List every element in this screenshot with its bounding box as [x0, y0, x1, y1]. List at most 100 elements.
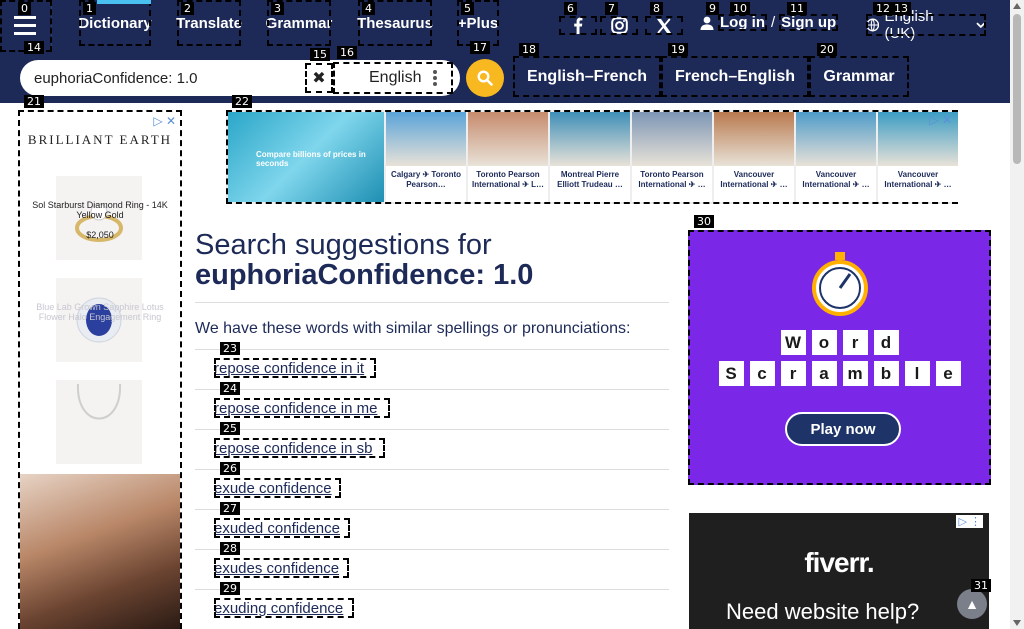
nav-thesaurus-label: Thesaurus	[357, 14, 433, 32]
suggestion-link[interactable]: repose confidence in me	[214, 398, 390, 418]
suggestion-link[interactable]: exuded confidence	[214, 518, 350, 538]
banner-ad[interactable]: Compare billions of prices in seconds Ca…	[226, 110, 958, 204]
destination-image	[468, 112, 548, 166]
login-link[interactable]: Log in	[718, 14, 767, 31]
instagram-icon	[610, 17, 628, 34]
clear-search-button[interactable]: ✖	[305, 63, 333, 93]
globe-icon	[866, 18, 880, 32]
letter-tile: W	[780, 330, 806, 355]
element-index-tag: 6	[564, 2, 577, 15]
dictionary-selector-label: English	[369, 69, 422, 86]
element-index-tag: 12	[873, 2, 893, 15]
word-scramble-ad[interactable]: Word Scramble Play now	[688, 230, 991, 485]
flight-deal-caption: Vancouver International ✈ …	[720, 170, 788, 189]
suggestion-link[interactable]: repose confidence in it	[214, 358, 376, 378]
close-icon: ✖	[312, 70, 326, 87]
flight-deal-card[interactable]: Toronto Pearson International ✈ …	[632, 112, 712, 202]
element-index-tag: 22	[232, 95, 252, 108]
destination-image	[386, 112, 466, 166]
element-index-tag: 31	[971, 579, 991, 592]
divider	[195, 509, 669, 510]
ad-choices-icon[interactable]: ▷ ✕	[929, 113, 952, 127]
element-index-tag: 18	[519, 43, 539, 56]
scroll-up-arrow-icon[interactable]	[1013, 3, 1021, 9]
search-bar: ✖ English English–French French–English …	[0, 52, 1010, 103]
suggestion-link[interactable]: exuding confidence	[214, 598, 354, 618]
element-index-tag: 17	[470, 41, 490, 54]
element-index-tag: 8	[650, 2, 663, 15]
quick-link-grammar[interactable]: Grammar	[809, 56, 909, 97]
element-index-tag: 16	[337, 46, 357, 59]
search-button[interactable]	[466, 59, 504, 97]
search-icon	[477, 70, 493, 86]
fiverr-ad[interactable]: ▷ ⋮ fiverr. Need website help?	[689, 513, 989, 629]
letter-tile: b	[873, 361, 899, 386]
left-ad[interactable]: ▷ ✕ BRILLIANT EARTH Sol Starburst Diamon…	[18, 110, 182, 629]
flight-deal-card[interactable]: Toronto Pearson International ✈ L…	[468, 112, 548, 202]
x-button[interactable]	[645, 16, 683, 35]
active-tab-indicator	[97, 0, 151, 4]
banner-lead-text: Compare billions of prices in seconds	[256, 150, 366, 168]
element-index-tag: 28	[220, 542, 240, 555]
letter-tile: c	[749, 361, 775, 386]
suggestion-link[interactable]: exudes confidence	[214, 558, 349, 578]
element-index-tag: 2	[181, 2, 194, 15]
element-index-tag: 13	[891, 2, 911, 15]
scroll-down-arrow-icon[interactable]	[1013, 620, 1021, 626]
model-photo	[20, 474, 180, 629]
facebook-icon	[574, 17, 583, 34]
flight-deal-card[interactable]: Montreal Pierre Elliott Trudeau …	[550, 112, 630, 202]
letter-tile: d	[873, 330, 899, 355]
element-index-tag: 15	[310, 48, 330, 61]
divider	[195, 469, 669, 470]
play-now-button[interactable]: Play now	[785, 412, 901, 446]
x-icon	[657, 17, 671, 34]
dictionary-selector[interactable]: English	[333, 62, 453, 94]
scramble-row-1: Word	[688, 330, 991, 355]
suggestion-link[interactable]: repose confidence in sb	[214, 438, 385, 458]
ad-choices-icon[interactable]: ▷ ✕	[153, 114, 176, 128]
ad-choices-icon[interactable]: ▷ ⋮	[956, 515, 983, 528]
flight-deal-caption: Calgary ✈ Toronto Pearson…	[390, 170, 462, 189]
search-box: ✖ English	[20, 60, 460, 96]
divider	[195, 349, 669, 350]
search-input[interactable]	[34, 60, 314, 96]
letter-tile: o	[811, 330, 837, 355]
element-index-tag: 29	[220, 582, 240, 595]
quick-link-french-english[interactable]: French–English	[661, 56, 809, 97]
signup-link[interactable]: Sign up	[779, 14, 839, 31]
instagram-button[interactable]	[600, 16, 638, 35]
destination-image	[550, 112, 630, 166]
back-to-top-button[interactable]: ▲	[957, 589, 987, 619]
vertical-scrollbar[interactable]	[1010, 0, 1024, 629]
quick-link-english-french[interactable]: English–French	[513, 56, 661, 97]
account-separator: /	[771, 14, 776, 31]
element-index-tag: 30	[694, 215, 714, 228]
user-icon	[700, 16, 714, 30]
fiverr-tagline: Need website help?	[726, 599, 920, 624]
divider	[195, 389, 669, 390]
ad-product-name: Blue Lab Grown Sapphire Lotus Flower Hal…	[36, 302, 164, 322]
flight-deal-card[interactable]: Vancouver International ✈ …	[714, 112, 794, 202]
flight-deal-card[interactable]: Vancouver International ✈ …	[796, 112, 876, 202]
element-index-tag: 9	[706, 2, 719, 15]
element-index-tag: 24	[220, 382, 240, 395]
flight-deal-caption: Montreal Pierre Elliott Trudeau …	[557, 170, 623, 189]
divider	[195, 429, 669, 430]
ad-product-name: Sol Starburst Diamond Ring - 14K Yellow …	[32, 200, 168, 220]
element-index-tag: 26	[220, 462, 240, 475]
scrollbar-thumb[interactable]	[1013, 14, 1021, 164]
element-index-tag: 19	[668, 43, 688, 56]
fiverr-logo: fiverr.	[804, 547, 874, 578]
letter-tile: r	[842, 330, 868, 355]
element-index-tag: 21	[24, 95, 44, 108]
element-index-tag: 3	[271, 2, 284, 15]
destination-image	[714, 112, 794, 166]
page-title: Search suggestions for euphoriaConfidenc…	[195, 230, 670, 290]
element-index-tag: 5	[461, 2, 474, 15]
flight-deal-card[interactable]: Calgary ✈ Toronto Pearson…	[386, 112, 466, 202]
facebook-button[interactable]	[559, 16, 597, 35]
suggestion-link[interactable]: exude confidence	[214, 478, 341, 498]
letter-tile: e	[935, 361, 961, 386]
language-selector[interactable]: English (UK)	[866, 8, 986, 42]
